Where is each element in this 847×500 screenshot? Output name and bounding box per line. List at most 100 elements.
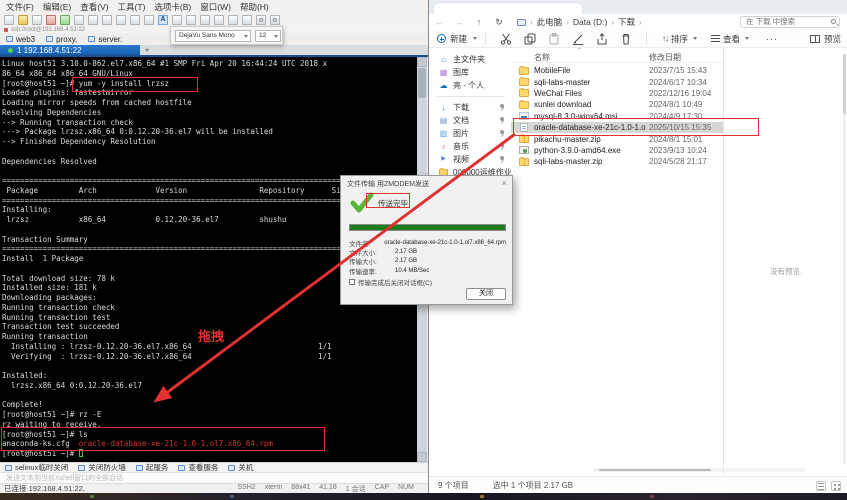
file-row[interactable]: python-3.9.0-amd64.exe 2023/9/13 10:24 [511,145,723,156]
explorer-scrollbar[interactable] [843,54,846,464]
new-window-icon[interactable] [242,15,252,25]
feedback-icon[interactable] [270,15,280,25]
sort-button[interactable]: ↑↓ 排序 [662,33,697,45]
file-name: pikachu-master.zip [534,135,601,144]
new-session-icon[interactable] [4,15,14,25]
file-name: oracle-database-xe-21c-1.0-1.ol7.x86_64.… [534,123,646,132]
preview-toggle-button[interactable]: 预览 [810,33,841,45]
menu-item[interactable]: 窗口(W) [200,1,231,13]
file-row[interactable]: WeChat Files 2022/12/16 19:04 [511,88,723,99]
forward-icon[interactable]: → [449,17,469,27]
transfer-icon[interactable] [130,15,140,25]
close-button[interactable]: 关闭 [466,288,506,300]
menu-item[interactable]: 帮助(H) [240,1,269,13]
breadcrumb-item[interactable]: Data (D:) [573,17,607,27]
details-view-icon[interactable] [816,481,826,491]
font-name-select[interactable]: DejaVu Sans Mono [175,30,251,42]
checkbox-icon[interactable] [349,279,355,285]
search-input[interactable]: 在 下载 中搜索 [740,16,840,28]
copy-icon[interactable] [523,33,537,45]
file-row[interactable]: oracle-database-xe-21c-1.0-1.ol7.x86_64.… [511,122,723,133]
file-date: 2024/8/1 10:49 [649,100,702,109]
scroll-down-icon[interactable] [417,452,427,462]
success-check-icon [350,192,374,216]
close-icon[interactable]: × [502,178,507,188]
cut-icon[interactable] [499,33,513,45]
connected-icon [8,48,13,53]
menu-item[interactable]: 查看(V) [80,1,108,13]
view-button[interactable]: 查看 [711,33,749,45]
connect-icon[interactable] [32,15,42,25]
sidebar-item[interactable]: ⌂ 主文件夹 [429,53,511,66]
breadcrumb-item[interactable]: 下载 [618,16,635,28]
globe-icon[interactable] [144,15,154,25]
sidebar-item-label: 亮 - 个人 [453,80,484,91]
back-icon[interactable]: ← [429,17,449,27]
menu-item[interactable]: 编辑(E) [43,1,71,13]
column-header-name[interactable]: 名称 [534,52,550,63]
compose-icon[interactable] [186,15,196,25]
menu-item[interactable]: 工具(T) [118,1,146,13]
search-icon[interactable] [88,15,98,25]
rename-icon[interactable] [571,33,585,45]
breadcrumb-item[interactable]: 此电脑 [537,16,563,28]
sidebar-item[interactable]: ▤ 文档 [429,114,511,127]
sidebar-item[interactable]: ↓ 下载 [429,101,511,114]
up-icon[interactable]: ↑ [469,17,489,27]
session-button[interactable]: server. [88,35,122,44]
file-row[interactable]: xunlei download 2024/8/1 10:49 [511,99,723,110]
file-row[interactable]: pikachu-master.zip 2024/8/1 15:01 [511,133,723,144]
package-icon[interactable] [172,15,182,25]
status-item: SSH2 [237,484,255,494]
divider [646,33,647,44]
open-session-icon[interactable] [18,15,28,25]
share-icon[interactable] [595,33,609,45]
sidebar-item[interactable]: ♪ 音乐 [429,140,511,153]
sidebar-item[interactable]: ▶ 视频 [429,153,511,166]
more-button[interactable]: ··· [766,34,778,44]
sort-ascending-icon: ⌃ [577,47,582,54]
session-button[interactable]: web3 [6,35,35,44]
menu-item[interactable]: 文件(F) [6,1,34,13]
disconnect-icon[interactable] [46,15,56,25]
print-icon[interactable] [102,15,112,25]
fullscreen-icon[interactable] [200,15,210,25]
font-icon[interactable] [158,15,168,25]
menu-item[interactable]: 选项卡(B) [154,1,191,13]
folder-icon [519,67,529,75]
large-icons-view-icon[interactable] [831,481,841,491]
refresh-icon[interactable]: ↻ [489,17,509,28]
explorer-tab[interactable] [433,2,583,14]
column-header-date[interactable]: 修改日期 [649,52,681,63]
file-row[interactable]: sqli-labs-master.zip 2024/5/28 21:17 [511,156,723,167]
new-button[interactable]: 新建 [437,33,477,45]
file-row[interactable]: mysql-8.3.0-winx64.msi 2024/4/9 17:30 [511,111,723,122]
session-button[interactable]: proxy. [46,35,77,44]
folder-icon [519,101,529,109]
view-icon [711,35,720,42]
reconnect-icon[interactable] [60,15,70,25]
compose-bar[interactable]: 发送文本到当前Xshell窗口的全部会话 [0,472,428,483]
scrollbar-thumb[interactable] [418,68,426,98]
paste-icon[interactable] [547,33,561,45]
sidebar-item[interactable]: ▦ 图库 [429,66,511,79]
font-size-select[interactable]: 12 [255,30,281,42]
lock-icon[interactable] [214,15,224,25]
close-on-complete-checkbox[interactable]: 传输完成后关闭对话框(C) [349,277,432,287]
scroll-up-icon[interactable] [417,57,427,67]
file-row[interactable]: sqli-labs-master 2024/6/17 10:34 [511,76,723,87]
compose-placeholder: 发送文本到当前Xshell窗口的全部会话 [6,473,123,483]
delete-icon[interactable] [619,33,633,45]
file-row[interactable]: MobileFile 2023/7/15 15:43 [511,65,723,76]
scrollbar-thumb[interactable] [599,469,711,471]
new-tab-button[interactable]: + [140,45,154,55]
duplicate-icon[interactable] [74,15,84,25]
search-icon [831,19,836,24]
sidebar-item[interactable]: ▨ 图片 [429,127,511,140]
snapshot-icon[interactable] [228,15,238,25]
help-icon[interactable] [256,15,266,25]
active-session-tab[interactable]: 1 192.168.4.51:22 [0,45,140,55]
zoom-icon[interactable] [116,15,126,25]
sidebar-item[interactable]: ☁ 亮 - 个人 [429,79,511,92]
file-date: 2024/4/9 17:30 [649,112,702,121]
